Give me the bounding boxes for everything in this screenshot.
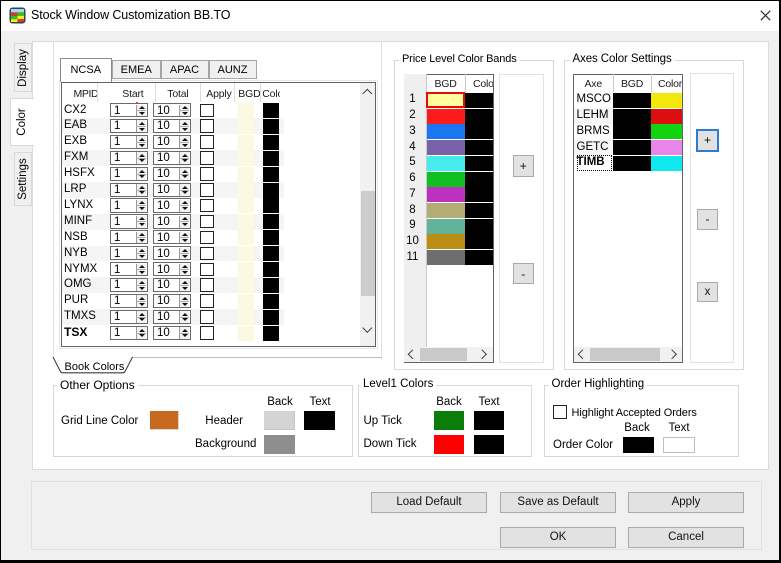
svg-text:Book Colors: Book Colors <box>65 361 125 373</box>
